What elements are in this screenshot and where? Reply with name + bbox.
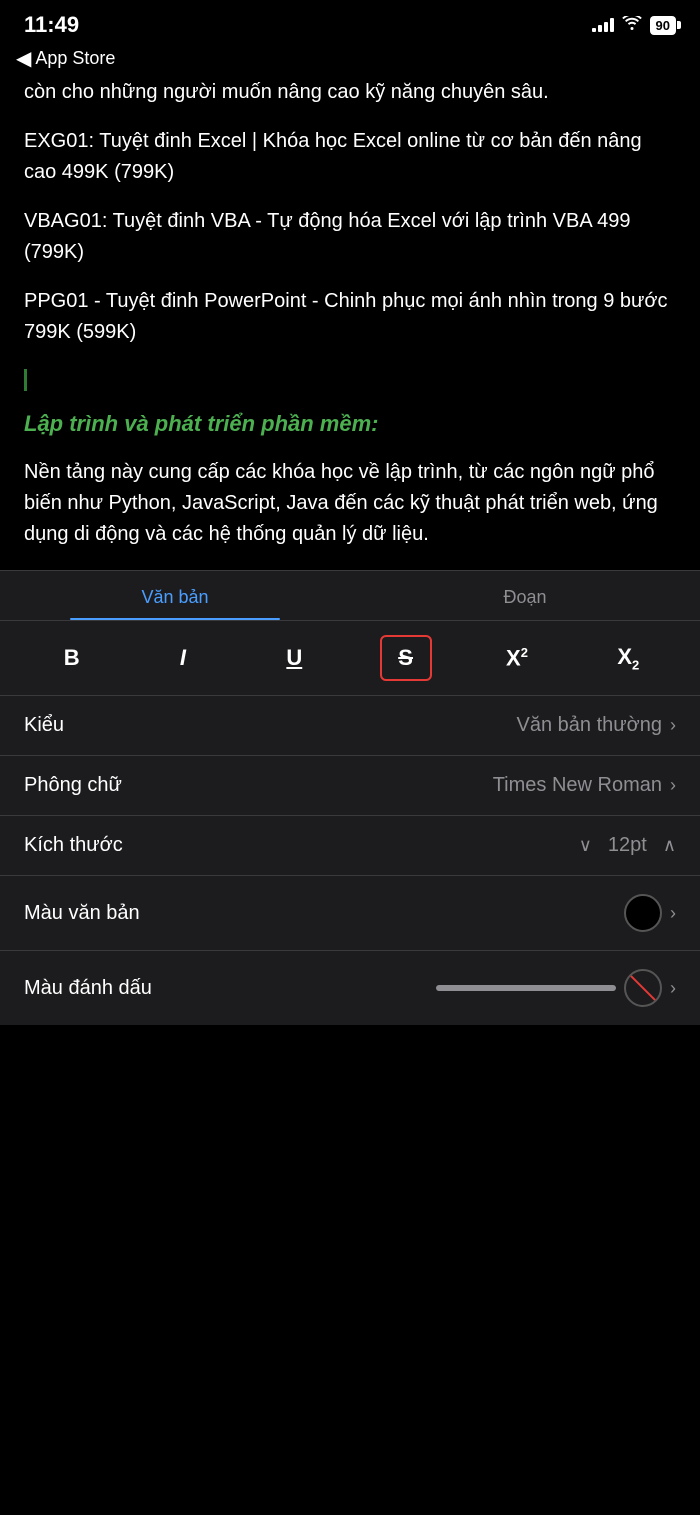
back-button[interactable]: ◀ App Store: [16, 48, 684, 69]
content-text: còn cho những người muốn nâng cao kỹ năn…: [24, 77, 676, 550]
size-value: 12pt: [608, 834, 647, 857]
style-row[interactable]: Kiểu Văn bản thường ›: [0, 696, 700, 756]
back-chevron-icon: ◀: [16, 49, 31, 69]
text-color-circle: [624, 894, 662, 932]
style-label: Kiểu: [24, 714, 64, 737]
highlight-bar: [436, 985, 616, 991]
highlight-preview: ›: [436, 969, 676, 1007]
back-label: App Store: [35, 48, 115, 69]
status-time: 11:49: [24, 12, 79, 38]
course-3: PPG01 - Tuyệt đinh PowerPoint - Chinh ph…: [24, 286, 676, 348]
nav-bar: ◀ App Store: [0, 44, 700, 77]
underline-button[interactable]: U: [268, 635, 320, 681]
font-row[interactable]: Phông chữ Times New Roman ›: [0, 756, 700, 816]
superscript-button[interactable]: X2: [491, 635, 543, 681]
highlight-label: Màu đánh dấu: [24, 977, 152, 1000]
section-heading: Lập trình và phát triển phần mềm:: [24, 407, 676, 441]
tabs-row: Văn bản Đoạn: [0, 571, 700, 621]
style-value: Văn bản thường: [517, 714, 663, 737]
text-color-label: Màu văn bản: [24, 902, 140, 925]
highlight-row[interactable]: Màu đánh dấu ›: [0, 951, 700, 1025]
wifi-icon: [622, 16, 642, 35]
font-value-group: Times New Roman ›: [493, 774, 676, 797]
text-color-value-group: ›: [624, 894, 676, 932]
size-decrease-button[interactable]: ∨: [579, 835, 592, 856]
no-highlight-icon: [624, 969, 662, 1007]
tab-doan[interactable]: Đoạn: [350, 571, 700, 620]
status-bar: 11:49 90: [0, 0, 700, 44]
bottom-panel: Văn bản Đoạn B I U S X2 X2 Kiểu Văn bản …: [0, 570, 700, 1025]
style-value-group: Văn bản thường ›: [517, 714, 677, 737]
strikethrough-button[interactable]: S: [380, 635, 432, 681]
subscript-button[interactable]: X2: [602, 635, 654, 681]
content-area: còn cho những người muốn nâng cao kỹ năn…: [0, 77, 700, 550]
font-chevron-icon: ›: [670, 775, 676, 796]
course-1: EXG01: Tuyệt đinh Excel | Khóa học Excel…: [24, 126, 676, 188]
size-row[interactable]: Kích thước ∨ 12pt ∧: [0, 816, 700, 876]
format-row: B I U S X2 X2: [0, 621, 700, 696]
size-label: Kích thước: [24, 834, 123, 857]
size-controls: ∨ 12pt ∧: [579, 834, 676, 857]
paragraph-intro: còn cho những người muốn nâng cao kỹ năn…: [24, 77, 676, 108]
status-icons: 90: [592, 16, 676, 35]
bold-button[interactable]: B: [46, 635, 98, 681]
font-label: Phông chữ: [24, 774, 122, 797]
text-cursor: [24, 369, 27, 391]
highlight-chevron-icon: ›: [670, 978, 676, 999]
size-increase-button[interactable]: ∧: [663, 835, 676, 856]
tab-van-ban[interactable]: Văn bản: [0, 571, 350, 620]
font-value: Times New Roman: [493, 774, 662, 797]
text-color-chevron-icon: ›: [670, 903, 676, 924]
battery-icon: 90: [650, 16, 676, 35]
signal-icon: [592, 18, 614, 32]
style-chevron-icon: ›: [670, 715, 676, 736]
text-color-row[interactable]: Màu văn bản ›: [0, 876, 700, 951]
section-body: Nền tảng này cung cấp các khóa học về lậ…: [24, 457, 676, 550]
italic-button[interactable]: I: [157, 635, 209, 681]
course-2: VBAG01: Tuyệt đinh VBA - Tự động hóa Exc…: [24, 206, 676, 268]
